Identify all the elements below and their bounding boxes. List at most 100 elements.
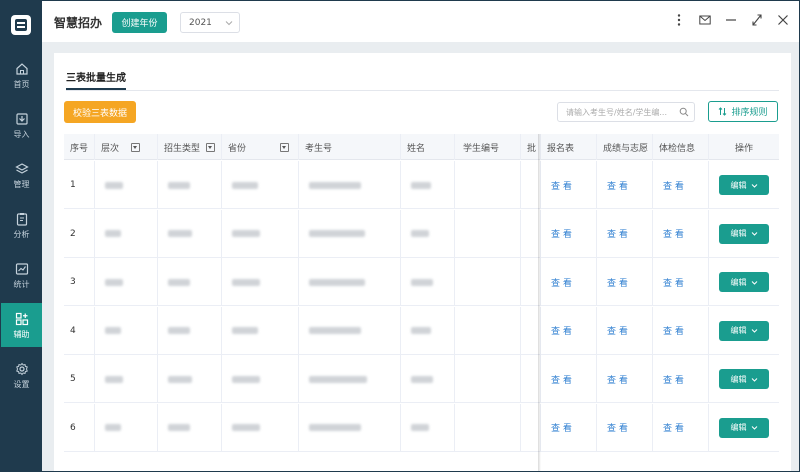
col-header-label: 省份 [228,143,247,154]
cell-student-no [455,355,521,403]
year-select[interactable]: 2021 [180,12,240,33]
cell-student-no [455,403,521,452]
col-header-scores: 成绩与志愿 [597,134,653,160]
cell-name-redacted [401,403,455,452]
cell-health: 查 看 [653,209,709,258]
col-header-level[interactable]: 层次 [95,134,158,160]
cell-actions: 编辑 [709,258,779,306]
col-header-label: 层次 [101,143,120,154]
cell-exam-no-redacted [299,209,401,258]
view-reg-form-link[interactable]: 查 看 [551,227,572,240]
view-reg-form-link[interactable]: 查 看 [551,421,572,434]
edit-dropdown-button[interactable]: 编辑 [719,223,769,244]
cell-health: 查 看 [653,355,709,403]
view-health-link[interactable]: 查 看 [663,227,684,240]
search-icon [679,107,689,117]
filter-dropdown-icon[interactable] [206,142,216,152]
cell-reg-form: 查 看 [541,403,597,452]
cell-scores: 查 看 [597,258,653,306]
mail-icon[interactable] [699,13,711,27]
view-health-link[interactable]: 查 看 [663,373,684,386]
cell-province-redacted [222,209,299,258]
cell-student-no [455,306,521,355]
cell-level-redacted [95,355,158,403]
table-row: 6 查 看 查 看 查 看 编辑 [64,403,779,452]
sort-rules-button[interactable]: 排序规则 [708,101,778,122]
sidebar-item-import[interactable]: 导入 [1,103,42,147]
sidebar-item-home[interactable]: 首页 [1,53,42,97]
edit-label: 编辑 [730,229,747,238]
view-reg-form-link[interactable]: 查 看 [551,276,572,289]
sidebar-item-manage[interactable]: 管理 [1,153,42,197]
sidebar-item-label: 管理 [13,179,30,189]
edit-dropdown-button[interactable]: 编辑 [719,417,769,438]
edit-dropdown-button[interactable]: 编辑 [719,175,769,195]
gear-icon [15,362,28,375]
cell-exam-no-redacted [299,161,401,209]
view-scores-link[interactable]: 查 看 [607,421,628,434]
cell-index: 3 [64,258,95,306]
view-health-link[interactable]: 查 看 [663,421,684,434]
app-window: 首页 导入 管理 分析 统计 辅助 设置 智慧招办 创建年份 2021 三表批量… [0,0,800,472]
sidebar-item-label: 统计 [13,279,30,289]
view-reg-form-link[interactable]: 查 看 [551,179,572,192]
year-value: 2021 [189,17,212,28]
app-title: 智慧招办 [54,16,103,30]
sidebar-item-label: 分析 [13,229,30,239]
view-scores-link[interactable]: 查 看 [607,373,628,386]
clipboard-icon [16,212,27,226]
divider [66,90,779,91]
col-header-province[interactable]: 省份 [222,134,299,160]
fixed-column-shadow [538,134,541,471]
sidebar-item-analysis[interactable]: 分析 [1,203,42,247]
edit-label: 编辑 [730,423,747,432]
cell-actions: 编辑 [709,307,779,355]
col-header-exam-no: 考生号 [299,134,401,160]
maximize-icon[interactable] [751,13,763,27]
sidebar-item-statistics[interactable]: 统计 [1,253,42,297]
edit-dropdown-button[interactable]: 编辑 [719,369,769,389]
edit-label: 编辑 [730,374,747,384]
cell-province-redacted [222,161,299,209]
search-input[interactable]: 请输入考生号/姓名/学生编... [557,102,695,122]
cell-scores: 查 看 [597,306,653,355]
cell-type-redacted [158,209,222,258]
view-reg-form-link[interactable]: 查 看 [551,324,572,337]
view-health-link[interactable]: 查 看 [663,179,684,192]
view-health-link[interactable]: 查 看 [663,324,684,337]
cell-province-redacted [222,355,299,403]
cell-health: 查 看 [653,306,709,355]
chevron-down-icon [751,232,757,236]
chevron-down-icon [751,329,757,333]
cell-reg-form: 查 看 [541,209,597,258]
sidebar: 首页 导入 管理 分析 统计 辅助 设置 [1,1,42,471]
home-icon [15,62,28,75]
verify-data-button[interactable]: 校验三表数据 [64,101,136,123]
cell-type-redacted [158,306,222,355]
close-icon[interactable] [777,13,789,27]
col-header-type[interactable]: 招生类型 [158,134,222,160]
edit-dropdown-button[interactable]: 编辑 [719,320,769,341]
sidebar-item-assist[interactable]: 辅助 [1,303,42,347]
view-scores-link[interactable]: 查 看 [607,324,628,337]
cell-health: 查 看 [653,161,709,209]
cell-actions: 编辑 [709,355,779,403]
create-year-button[interactable]: 创建年份 [112,12,167,33]
cell-province-redacted [222,306,299,355]
cell-name-redacted [401,258,455,306]
edit-dropdown-button[interactable]: 编辑 [719,272,769,292]
filter-dropdown-icon[interactable] [280,142,290,152]
table-row: 4 查 看 查 看 查 看 编辑 [64,306,779,355]
view-scores-link[interactable]: 查 看 [607,227,628,240]
minimize-icon[interactable] [725,13,737,27]
sidebar-item-settings[interactable]: 设置 [1,353,42,397]
top-header: 智慧招办 创建年份 2021 [42,1,799,42]
view-health-link[interactable]: 查 看 [663,276,684,289]
filter-dropdown-icon[interactable] [131,142,141,152]
table-row: 5 查 看 查 看 查 看 编辑 [64,355,779,403]
view-reg-form-link[interactable]: 查 看 [551,373,572,386]
more-vertical-icon[interactable] [673,13,685,27]
view-scores-link[interactable]: 查 看 [607,276,628,289]
view-scores-link[interactable]: 查 看 [607,179,628,192]
layers-icon [14,162,29,174]
